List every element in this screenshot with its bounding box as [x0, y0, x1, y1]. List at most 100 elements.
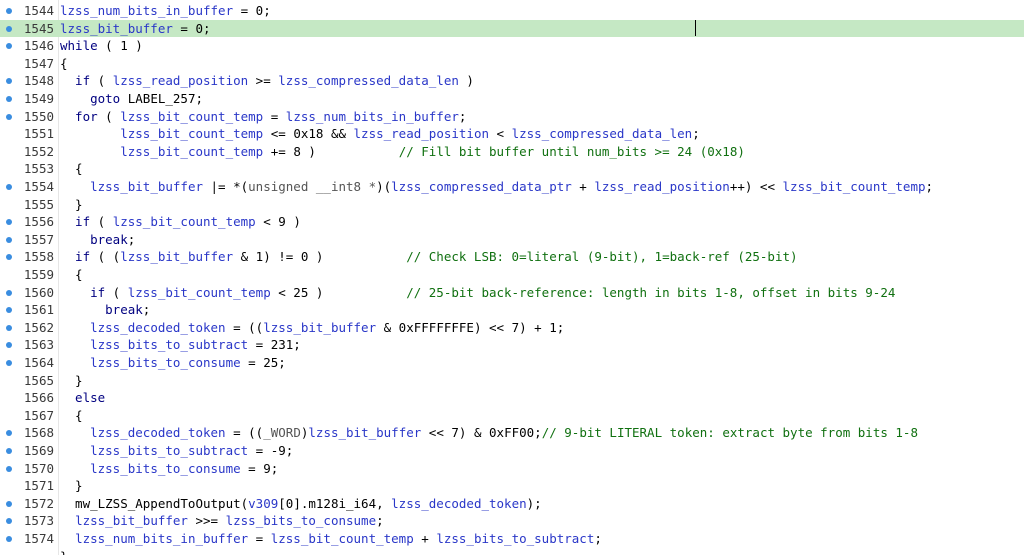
code-line[interactable]: 1562 lzss_decoded_token = ((lzss_bit_buf…: [0, 319, 1024, 337]
code-token: lzss_read_position: [112, 73, 249, 89]
code-text[interactable]: if ( lzss_bit_count_temp < 9 ): [60, 213, 301, 231]
breakpoint-dot-icon[interactable]: [6, 289, 12, 296]
code-text[interactable]: lzss_num_bits_in_buffer = lzss_bit_count…: [60, 530, 602, 548]
code-line[interactable]: 1557 break;: [0, 231, 1024, 249]
code-text[interactable]: if ( lzss_bit_count_temp < 25 ) // 25-bi…: [60, 284, 895, 302]
line-number: 1570: [23, 460, 54, 476]
code-token: lzss_decoded_token: [90, 425, 226, 441]
code-token: lzss_bit_count_temp: [270, 531, 414, 546]
code-line[interactable]: 1561 break;: [0, 301, 1024, 319]
breakpoint-dot-icon[interactable]: [6, 448, 12, 454]
code-text[interactable]: if ( lzss_read_position >= lzss_compress…: [60, 72, 474, 90]
code-line[interactable]: 1549 goto LABEL_257;: [0, 90, 1024, 108]
breakpoint-dot-icon[interactable]: [6, 518, 12, 525]
code-text[interactable]: break;: [60, 301, 150, 319]
code-line[interactable]: 1560 if ( lzss_bit_count_temp < 25 ) // …: [0, 284, 1024, 302]
code-text[interactable]: while ( 1 ): [60, 37, 143, 55]
code-text[interactable]: lzss_decoded_token = ((lzss_bit_buffer &…: [60, 319, 564, 337]
code-line[interactable]: 1558 if ( (lzss_bit_buffer & 1) != 0 ) /…: [0, 248, 1024, 266]
code-text[interactable]: goto LABEL_257;: [60, 90, 203, 108]
breakpoint-dot-icon[interactable]: [6, 25, 12, 32]
code-text[interactable]: lzss_num_bits_in_buffer = 0;: [60, 2, 271, 20]
breakpoint-dot-icon[interactable]: [6, 254, 12, 261]
code-line[interactable]: 1551 lzss_bit_count_temp <= 0x18 && lzss…: [0, 125, 1024, 143]
breakpoint-dot-icon[interactable]: [6, 78, 12, 85]
code-line[interactable]: 1544 lzss_num_bits_in_buffer = 0;: [0, 2, 1024, 20]
code-text[interactable]: lzss_bits_to_consume = 9;: [60, 460, 278, 478]
code-line[interactable]: 1546 while ( 1 ): [0, 37, 1024, 55]
breakpoint-dot-icon[interactable]: [6, 342, 12, 349]
code-line[interactable]: 1573 lzss_bit_buffer >>= lzss_bits_to_co…: [0, 512, 1024, 530]
code-line[interactable]: 1556 if ( lzss_bit_count_temp < 9 ): [0, 213, 1024, 231]
code-text[interactable]: lzss_bit_buffer |= *(unsigned __int8 *)(…: [60, 178, 933, 196]
breakpoint-dot-icon[interactable]: [6, 219, 12, 226]
code-line[interactable]: 1552 lzss_bit_count_temp += 8 ) // Fill …: [0, 143, 1024, 161]
code-line[interactable]: 1567 {: [0, 407, 1024, 425]
code-text[interactable]: lzss_decoded_token = ((_WORD)lzss_bit_bu…: [60, 424, 918, 442]
line-number: 1568: [23, 425, 54, 441]
code-text[interactable]: lzss_bits_to_subtract = -9;: [60, 442, 293, 460]
code-text[interactable]: }: [60, 196, 83, 214]
code-token: // Check LSB: 0=literal (9-bit), 1=back-…: [406, 249, 798, 265]
code-text[interactable]: for ( lzss_bit_count_temp = lzss_num_bit…: [60, 108, 466, 126]
breakpoint-dot-icon[interactable]: [6, 430, 12, 437]
code-token: lzss_bit_count_temp: [120, 143, 264, 159]
breakpoint-dot-icon[interactable]: [6, 184, 12, 190]
code-line[interactable]: 1566 else: [0, 389, 1024, 407]
code-line[interactable]: 1570 lzss_bits_to_consume = 9;: [0, 460, 1024, 478]
code-line[interactable]: 1555 }: [0, 196, 1024, 214]
breakpoint-dot-icon[interactable]: [6, 307, 12, 314]
breakpoint-dot-icon[interactable]: [6, 113, 12, 120]
code-text[interactable]: lzss_bits_to_consume = 25;: [60, 354, 286, 372]
code-token: // 9-bit LITERAL token: extract byte fro…: [541, 425, 918, 441]
code-line[interactable]: 1564 lzss_bits_to_consume = 25;: [0, 354, 1024, 372]
code-text[interactable]: lzss_bit_count_temp += 8 ) // Fill bit b…: [60, 143, 745, 161]
line-number: 1556: [23, 214, 54, 230]
code-line[interactable]: 1563 lzss_bits_to_subtract = 231;: [0, 336, 1024, 354]
code-text[interactable]: break;: [60, 231, 135, 249]
pseudocode-editor[interactable]: 1544 lzss_num_bits_in_buffer = 0; 1545 lzss…: [0, 0, 1024, 555]
code-line[interactable]: 1554 lzss_bit_buffer |= *(unsigned __int…: [0, 178, 1024, 196]
code-token: [0].m128i_i64,: [278, 495, 392, 511]
code-line[interactable]: 1569 lzss_bits_to_subtract = -9;: [0, 442, 1024, 460]
breakpoint-dot-icon[interactable]: [6, 465, 12, 472]
code-token: (: [90, 214, 113, 230]
breakpoint-dot-icon[interactable]: [6, 8, 12, 14]
code-text[interactable]: lzss_bit_count_temp <= 0x18 && lzss_read…: [60, 125, 700, 143]
code-text[interactable]: {: [60, 266, 83, 284]
code-text[interactable]: }: [60, 548, 68, 555]
breakpoint-dot-icon[interactable]: [6, 96, 12, 102]
code-line[interactable]: 1553 {: [0, 160, 1024, 178]
code-text[interactable]: {: [60, 55, 68, 73]
code-text[interactable]: {: [60, 160, 83, 178]
code-line[interactable]: }: [0, 548, 1024, 555]
code-line[interactable]: 1547 {: [0, 55, 1024, 73]
breakpoint-dot-icon[interactable]: [6, 43, 12, 50]
breakpoint-dot-icon[interactable]: [6, 536, 12, 542]
code-text[interactable]: else: [60, 389, 105, 407]
code-line[interactable]: 1574 lzss_num_bits_in_buffer = lzss_bit_…: [0, 530, 1024, 548]
code-token: {: [60, 267, 83, 282]
code-line[interactable]: 1545 lzss_bit_buffer = 0;: [0, 19, 1024, 38]
code-line[interactable]: 1572 mw_LZSS_AppendToOutput(v309[0].m128…: [0, 495, 1024, 513]
breakpoint-dot-icon[interactable]: [6, 236, 12, 243]
code-line[interactable]: 1550 for ( lzss_bit_count_temp = lzss_nu…: [0, 108, 1024, 126]
breakpoint-dot-icon[interactable]: [6, 324, 12, 331]
code-text[interactable]: {: [60, 407, 83, 425]
line-number: 1569: [23, 443, 54, 458]
code-line[interactable]: 1568 lzss_decoded_token = ((_WORD)lzss_b…: [0, 424, 1024, 442]
code-line[interactable]: 1565 }: [0, 372, 1024, 390]
code-text[interactable]: }: [60, 477, 83, 495]
code-text[interactable]: }: [60, 372, 83, 390]
code-text[interactable]: lzss_bit_buffer = 0;: [60, 20, 211, 38]
code-text[interactable]: if ( (lzss_bit_buffer & 1) != 0 ) // Che…: [60, 248, 798, 266]
code-text[interactable]: mw_LZSS_AppendToOutput(v309[0].m128i_i64…: [60, 495, 542, 513]
breakpoint-dot-icon[interactable]: [6, 360, 12, 366]
code-line[interactable]: 1571 }: [0, 477, 1024, 495]
code-text[interactable]: lzss_bits_to_subtract = 231;: [60, 336, 301, 354]
code-token: if: [60, 214, 91, 230]
code-line[interactable]: 1559 {: [0, 266, 1024, 284]
code-text[interactable]: lzss_bit_buffer >>= lzss_bits_to_consume…: [60, 512, 384, 530]
breakpoint-dot-icon[interactable]: [6, 500, 12, 507]
code-line[interactable]: 1548 if ( lzss_read_position >= lzss_com…: [0, 72, 1024, 90]
